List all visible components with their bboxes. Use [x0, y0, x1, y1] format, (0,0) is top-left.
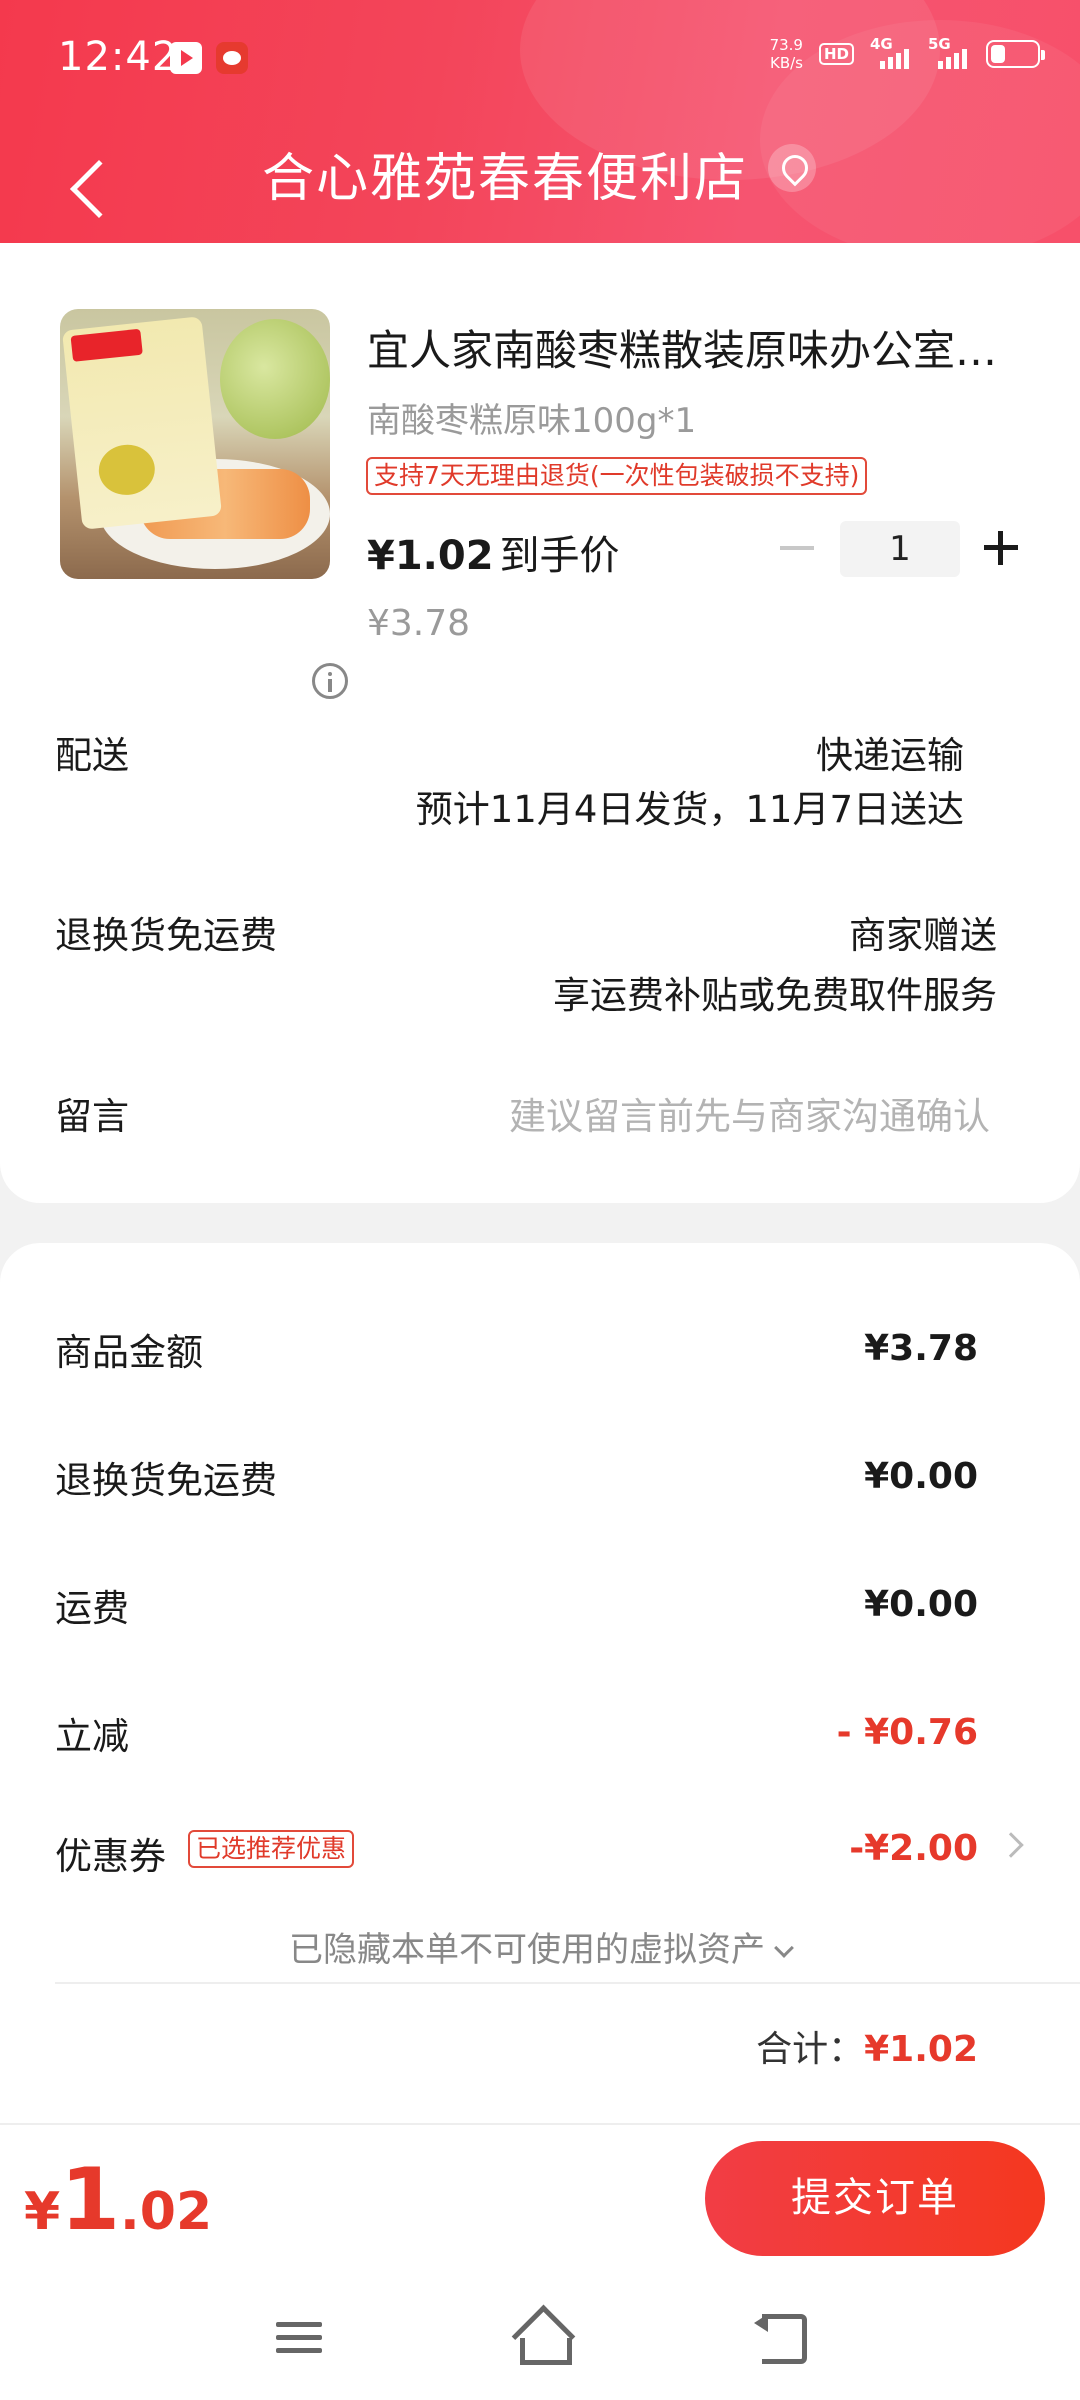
hd-icon: HD: [818, 43, 854, 65]
instant-discount-value: - ¥0.76: [836, 1712, 978, 1753]
total-label: 合计：: [756, 2029, 865, 2070]
back-icon[interactable]: [754, 2310, 807, 2364]
menu-icon[interactable]: [276, 2318, 322, 2358]
network-speed: 73.9 KB/s: [770, 36, 803, 72]
status-time: 12:42: [58, 34, 179, 80]
return-shipping-label: 退换货免运费: [55, 914, 277, 957]
quantity-input[interactable]: 1: [840, 521, 960, 577]
product-spec[interactable]: 南酸枣糕原味100g*1: [367, 393, 696, 442]
return-shipping-value: 商家赠送: [849, 914, 997, 957]
hidden-assets-text: 已隐藏本单不可使用的虚拟资产: [289, 1930, 765, 1970]
network-speed-unit: KB/s: [769, 54, 803, 72]
submit-order-button[interactable]: 提交订单: [705, 2141, 1045, 2256]
video-app-icon: [170, 42, 202, 74]
quantity-increase-button[interactable]: [984, 531, 1018, 565]
return-policy-tag: 支持7天无理由退货(一次性包装破损不支持): [366, 457, 868, 495]
total-value: ¥1.02: [864, 2029, 978, 2070]
instant-discount-label: 立减: [55, 1715, 129, 1758]
delivery-method[interactable]: 快递运输: [816, 725, 964, 779]
order-item-card: 宜人家南酸枣糕散装原味办公室休闲零食小吃 南酸枣糕原味100g*1 支持7天无理…: [0, 243, 1080, 1203]
product-title[interactable]: 宜人家南酸枣糕散装原味办公室休闲零食小吃: [367, 317, 1017, 378]
hidden-assets-toggle[interactable]: 已隐藏本单不可使用的虚拟资产: [0, 1922, 1080, 1971]
currency-symbol: ¥: [24, 2182, 61, 2242]
price-decimal: .02: [120, 2182, 213, 2242]
notification-icons: [170, 42, 248, 74]
return-shipping-desc: 享运费补贴或免费取件服务: [553, 974, 997, 1017]
final-price-suffix: 到手价: [499, 533, 620, 579]
signal-4g-label: 4G: [870, 35, 893, 53]
original-price: ¥3.78: [367, 603, 471, 644]
location-pin-icon[interactable]: [768, 144, 816, 192]
chevron-down-icon: [774, 1938, 794, 1958]
final-price: ¥1.02 到手价: [367, 523, 620, 581]
coupon-selected-badge: 已选推荐优惠: [188, 1830, 355, 1868]
final-price-value: ¥1.02: [367, 533, 494, 579]
divider: [55, 1982, 1080, 1984]
return-fee-label: 退换货免运费: [55, 1459, 277, 1502]
info-icon[interactable]: [312, 663, 348, 699]
delivery-estimate: 预计11月4日发货，11月7日送达: [415, 788, 964, 831]
shipping-fee-value: ¥0.00: [864, 1584, 978, 1625]
shopping-app-icon: [216, 42, 248, 74]
note-label: 留言: [55, 1095, 129, 1138]
coupon-value[interactable]: -¥2.00: [849, 1828, 978, 1869]
signal-4g-icon: 4G: [870, 35, 912, 69]
quantity-decrease-button[interactable]: [780, 546, 814, 550]
return-fee-value: ¥0.00: [864, 1456, 978, 1497]
note-input[interactable]: 建议留言前先与商家沟通确认: [509, 1086, 990, 1140]
product-image[interactable]: [60, 309, 330, 579]
signal-5g-label: 5G: [928, 35, 951, 53]
price-integer: 1: [60, 2150, 121, 2250]
shipping-fee-label: 运费: [55, 1587, 129, 1630]
delivery-label: 配送: [55, 734, 129, 777]
signal-5g-icon: 5G: [928, 35, 970, 69]
goods-amount-label: 商品金额: [55, 1331, 203, 1374]
store-title: 合心雅苑春春便利店: [262, 149, 749, 209]
status-bar: 12:42 73.9 KB/s HD 4G 5G: [0, 0, 1080, 120]
status-indicators: 73.9 KB/s HD 4G 5G: [770, 35, 1045, 72]
goods-amount-value: ¥3.78: [864, 1328, 978, 1369]
order-total: 合计：¥1.02: [756, 2020, 978, 2072]
back-arrow-icon[interactable]: [56, 138, 106, 204]
home-icon[interactable]: [512, 2308, 572, 2365]
coupon-label[interactable]: 优惠券: [55, 1826, 166, 1880]
header-bar: 12:42 73.9 KB/s HD 4G 5G 合心雅苑春春便利店: [0, 0, 1080, 243]
checkout-total-price: ¥1.02: [24, 2150, 212, 2250]
battery-icon: [986, 40, 1045, 68]
system-navigation-bar: [0, 2290, 1080, 2400]
network-speed-value: 73.9: [769, 36, 803, 54]
